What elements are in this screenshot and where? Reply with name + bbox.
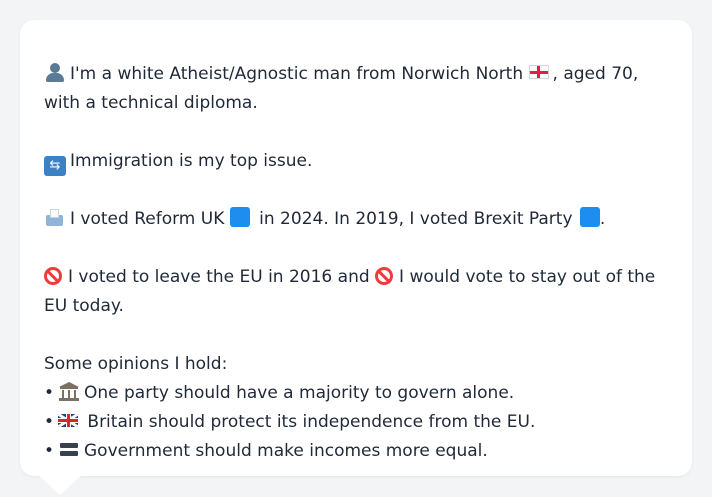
person-silhouette-icon xyxy=(44,62,66,82)
vote-text-1: I voted Reform UK xyxy=(70,209,225,229)
opinion-text: One party should have a majority to gove… xyxy=(84,383,515,403)
opinions-heading: Some opinions I hold: xyxy=(44,354,228,374)
opinion-item: • Government should make incomes more equ… xyxy=(44,437,668,466)
blue-square-icon xyxy=(229,207,250,227)
speech-bubble-tail xyxy=(38,475,82,495)
ballot-box-icon xyxy=(44,207,66,227)
top-issue-line: ⇆ Immigration is my top issue. xyxy=(44,147,668,176)
vote-text-2: in 2024. In 2019, I voted Brexit Party xyxy=(259,209,573,229)
bullet: • xyxy=(44,441,55,461)
uk-flag-icon xyxy=(58,414,78,427)
prohibited-icon xyxy=(375,267,394,285)
blue-square-icon xyxy=(579,207,600,227)
profile-card: I'm a white Atheist/Agnostic man from No… xyxy=(20,20,692,476)
opinion-text: Britain should protect its independence … xyxy=(87,412,536,432)
opinion-item: • One party should have a majority to gov… xyxy=(44,379,668,408)
intro-text: I'm a white Atheist/Agnostic man from No… xyxy=(70,64,524,84)
vote-history-line: I voted Reform UK in 2024. In 2019, I vo… xyxy=(44,205,668,234)
eu-line: I voted to leave the EU in 2016 and I wo… xyxy=(44,263,668,321)
opinion-text: Government should make incomes more equa… xyxy=(84,441,488,461)
equals-icon xyxy=(58,439,80,459)
eu-text-1: I voted to leave the EU in 2016 and xyxy=(68,267,370,287)
top-issue-text: Immigration is my top issue. xyxy=(70,151,313,171)
bullet: • xyxy=(44,383,55,403)
vote-text-3: . xyxy=(599,209,606,229)
prohibited-icon xyxy=(44,267,62,285)
classical-building-icon xyxy=(58,381,80,401)
bullet: • xyxy=(44,412,55,432)
england-flag-icon xyxy=(528,65,549,79)
opinion-item: • Britain should protect its independenc… xyxy=(44,408,668,437)
intro-line: I'm a white Atheist/Agnostic man from No… xyxy=(44,60,668,118)
passport-control-icon: ⇆ xyxy=(44,156,66,176)
